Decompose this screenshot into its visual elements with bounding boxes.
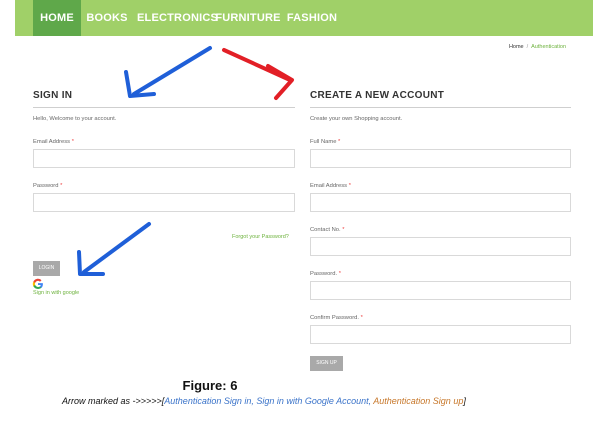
blue-arrow-google	[77, 222, 151, 276]
figure-caption-title: Figure: 6	[182, 378, 238, 393]
annotation-arrows	[77, 46, 294, 276]
figure-caption-line: Arrow marked as ->>>>>[Authentication Si…	[62, 396, 466, 406]
red-arrow-signup	[222, 48, 294, 100]
blue-arrow-signin	[124, 46, 212, 98]
